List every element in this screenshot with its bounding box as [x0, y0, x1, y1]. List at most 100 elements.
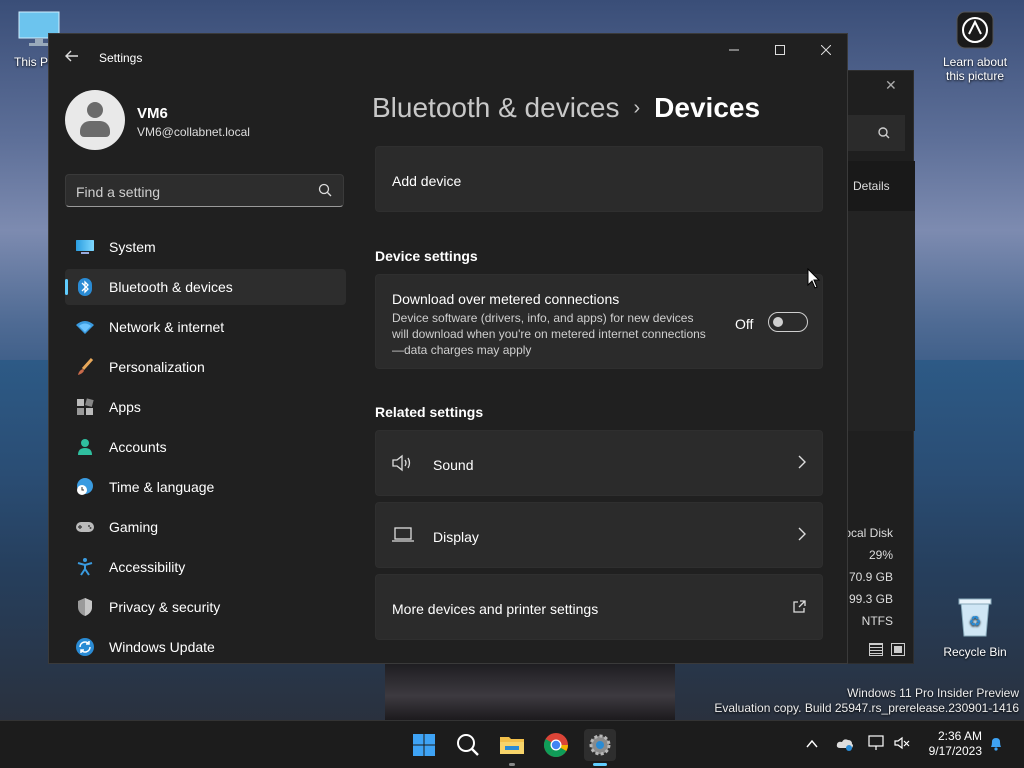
breadcrumb-separator: › [633, 97, 641, 119]
main-content: Bluetooth & devices › Devices Add device D… [372, 34, 847, 663]
sidebar-item-label: Bluetooth & devices [109, 279, 233, 295]
running-indicator [509, 763, 515, 766]
update-icon [76, 638, 94, 656]
breadcrumb-parent[interactable]: Bluetooth & devices [372, 92, 620, 123]
search-icon [878, 127, 890, 139]
taskbar: 2:36 AM 9/17/2023 [0, 720, 1024, 768]
active-indicator [65, 279, 68, 295]
wifi-icon [76, 321, 94, 334]
sidebar-item-privacy-security[interactable]: Privacy & security [65, 589, 346, 625]
person-icon [78, 439, 92, 455]
display-link-card[interactable]: Display [375, 502, 823, 568]
search-input[interactable]: Find a setting [65, 174, 344, 207]
sidebar-item-label: Privacy & security [109, 599, 221, 615]
sidebar-item-label: System [109, 239, 156, 255]
chevron-up-icon[interactable] [806, 736, 818, 754]
sidebar-item-time-language[interactable]: Time & language [65, 469, 346, 505]
metered-title: Download over metered connections [392, 291, 620, 307]
metered-description: Device software (drivers, info, and apps… [392, 311, 706, 357]
laptop-icon [392, 527, 414, 542]
toggle-state-label: Off [735, 316, 754, 332]
sidebar-item-label: Accessibility [109, 559, 186, 575]
explorer-row: 29% [868, 548, 893, 562]
chrome-button[interactable] [540, 729, 572, 761]
system-clock[interactable]: 2:36 AM 9/17/2023 [916, 729, 982, 759]
tiles-view-icon[interactable] [891, 643, 905, 656]
desktop-icon-label: Learn about [942, 55, 1008, 69]
clock-date: 9/17/2023 [928, 744, 982, 758]
speaker-icon [392, 454, 411, 472]
sidebar-nav: System Bluetooth & devices Network & int… [65, 229, 346, 663]
evaluation-watermark: Windows 11 Pro Insider Preview Evaluatio… [714, 686, 1019, 716]
search-icon [457, 734, 479, 756]
accessibility-icon [77, 558, 93, 576]
explorer-pane [841, 211, 915, 431]
display-label: Display [433, 529, 479, 545]
sidebar-item-label: Accounts [109, 439, 167, 455]
onedrive-icon[interactable] [836, 737, 854, 756]
explorer-row: 70.9 GB [848, 570, 893, 584]
wallpaper-pier [385, 660, 675, 720]
watermark-line: Evaluation copy. Build 25947.rs_prerelea… [714, 701, 1019, 715]
sound-link-card[interactable]: Sound [375, 430, 823, 496]
sidebar-item-label: Gaming [109, 519, 159, 535]
camera-icon [956, 11, 994, 49]
explorer-row: ocal Disk [844, 526, 893, 540]
sidebar-item-personalization[interactable]: Personalization [65, 349, 346, 385]
close-icon[interactable]: ✕ [885, 77, 897, 94]
apps-icon [77, 398, 94, 415]
globe-clock-icon [77, 478, 93, 495]
sidebar-item-accounts[interactable]: Accounts [65, 429, 346, 465]
active-indicator [593, 763, 607, 766]
list-view-icon[interactable] [869, 643, 883, 656]
sidebar-item-gaming[interactable]: Gaming [65, 509, 346, 545]
user-name: VM6 [137, 105, 168, 122]
search-placeholder: Find a setting [76, 184, 161, 200]
sidebar-item-network[interactable]: Network & internet [65, 309, 346, 345]
monitor-icon [76, 240, 94, 254]
add-device-card[interactable]: Add device [375, 146, 823, 212]
svg-text:♻: ♻ [969, 614, 982, 630]
settings-window[interactable]: Settings VM6 VM6@collabnet.local Find a … [48, 33, 848, 664]
sidebar-item-label: Windows Update [109, 639, 215, 655]
sidebar-item-bluetooth-devices[interactable]: Bluetooth & devices [65, 269, 346, 305]
sidebar-item-system[interactable]: System [65, 229, 346, 265]
clock-time: 2:36 AM [937, 729, 982, 743]
desktop-icon-label: Recycle Bin [943, 645, 1007, 659]
details-button[interactable]: Details [853, 179, 890, 193]
windows-logo-icon [413, 734, 435, 756]
shield-icon [78, 598, 92, 616]
external-link-icon [792, 600, 806, 617]
desktop-icon-recycle-bin[interactable]: ♻ Recycle Bin [940, 596, 1010, 659]
background-explorer-window[interactable]: ✕ Details ocal Disk 29% 70.9 GB 99.3 GB … [840, 70, 915, 664]
back-arrow-icon[interactable] [65, 49, 81, 65]
explorer-row: NTFS [861, 614, 893, 628]
volume-muted-icon[interactable] [894, 736, 910, 755]
metered-toggle[interactable] [768, 312, 808, 332]
recycle-bin-icon: ♻ [958, 598, 992, 637]
more-devices-label: More devices and printer settings [392, 601, 599, 617]
window-title: Settings [99, 51, 143, 65]
metered-connections-card: Download over metered connections Device… [375, 274, 823, 369]
watermark-line: Windows 11 Pro Insider Preview [847, 686, 1019, 700]
start-button[interactable] [408, 729, 440, 761]
chevron-right-icon [798, 455, 806, 472]
explorer-row: 99.3 GB [848, 592, 893, 606]
chrome-icon [543, 733, 568, 758]
sidebar-item-windows-update[interactable]: Windows Update [65, 629, 346, 663]
sidebar-item-apps[interactable]: Apps [65, 389, 346, 425]
search-icon [318, 183, 332, 197]
file-explorer-button[interactable] [496, 729, 528, 766]
search-button[interactable] [452, 729, 484, 761]
brush-icon [78, 357, 94, 375]
sidebar-item-accessibility[interactable]: Accessibility [65, 549, 346, 585]
settings-taskbar-button[interactable] [584, 729, 616, 766]
sidebar-item-label: Personalization [109, 359, 205, 375]
explorer-search[interactable] [841, 115, 905, 151]
avatar[interactable] [65, 90, 125, 150]
more-devices-printers-card[interactable]: More devices and printer settings [375, 574, 823, 640]
desktop-icon-learn[interactable]: Learn about this picture [940, 10, 1010, 83]
gamepad-icon [76, 522, 94, 532]
notification-bell-icon[interactable] [988, 736, 1004, 757]
network-icon[interactable] [868, 735, 886, 756]
